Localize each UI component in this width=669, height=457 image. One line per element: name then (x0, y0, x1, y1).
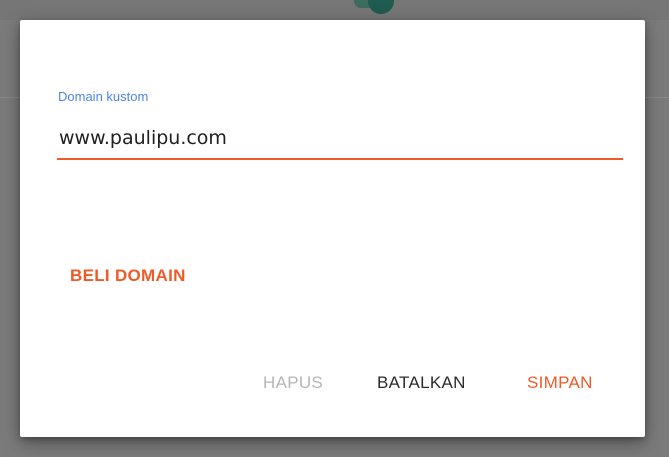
backdrop-divider-left (0, 97, 20, 98)
custom-domain-input[interactable] (57, 120, 623, 156)
save-button[interactable]: SIMPAN (527, 373, 593, 393)
background-toggle-switch (354, 0, 394, 14)
custom-domain-input-underline (57, 158, 623, 160)
delete-button[interactable]: HAPUS (263, 373, 323, 393)
backdrop-top-strip (0, 0, 669, 20)
custom-domain-dialog: Domain kustom BELI DOMAIN HAPUS BATALKAN… (20, 20, 645, 437)
cancel-button[interactable]: BATALKAN (377, 373, 466, 393)
toggle-thumb (368, 0, 394, 14)
buy-domain-button[interactable]: BELI DOMAIN (70, 266, 186, 286)
custom-domain-label: Domain kustom (58, 89, 149, 104)
backdrop-divider-right (645, 97, 669, 98)
